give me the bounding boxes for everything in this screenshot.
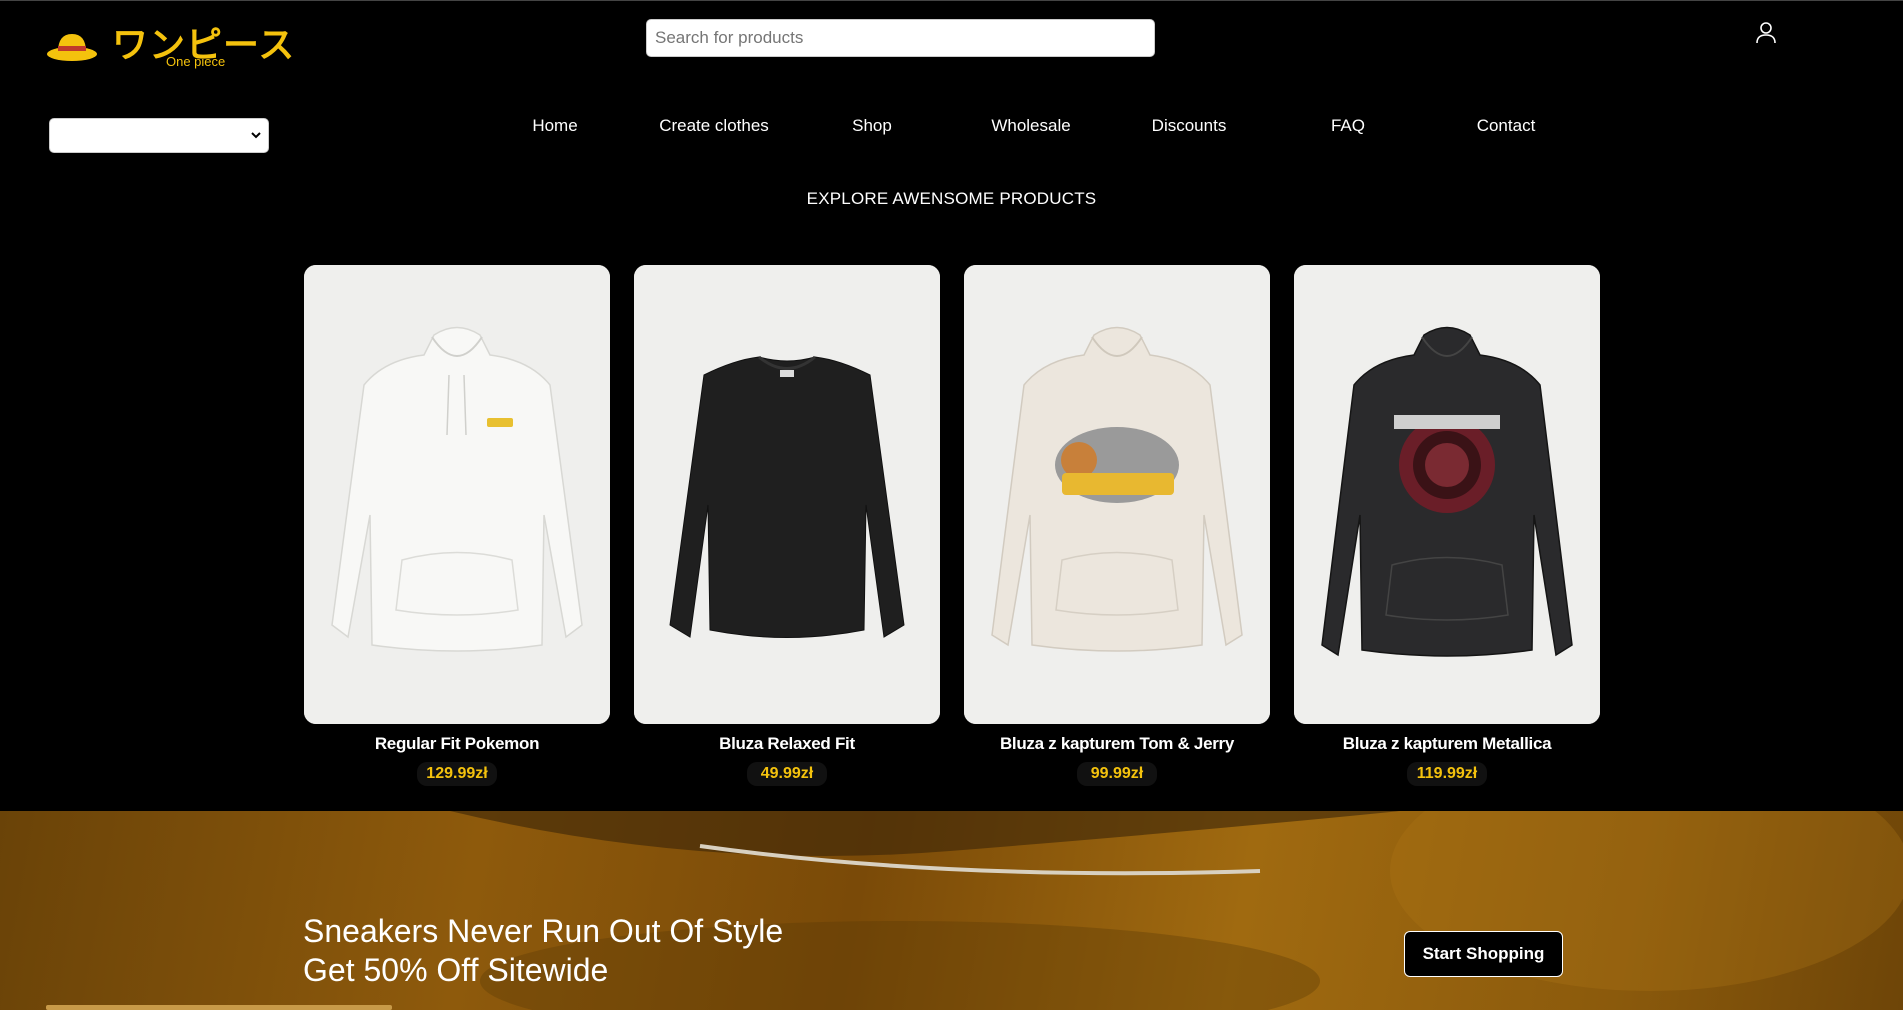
product-image[interactable] [634,265,940,724]
product-price: 99.99zł [1077,762,1157,786]
logo-subtitle: One piece [166,54,226,69]
cream-hoodie-image [964,265,1270,724]
product-card[interactable]: Regular Fit Pokemon 129.99zł [304,265,610,786]
nav-discounts[interactable]: Discounts [1109,116,1269,136]
section-title: EXPLORE AWENSOME PRODUCTS [806,189,1097,208]
black-hoodie-image [1294,265,1600,724]
nav-wholesale[interactable]: Wholesale [951,116,1111,136]
logo[interactable]: ワンピース One piece [46,14,294,74]
product-price: 49.99zł [747,762,827,786]
user-icon[interactable] [1754,20,1778,44]
straw-hat-icon [47,34,97,61]
product-name[interactable]: Bluza z kapturem Metallica [1294,734,1600,754]
product-card[interactable]: Bluza z kapturem Tom & Jerry 99.99zł [964,265,1270,786]
nav-shop[interactable]: Shop [792,116,952,136]
chevron-down-icon [251,132,261,139]
black-sweatshirt-image [634,265,940,724]
product-price: 119.99zł [1407,762,1487,786]
nav-create-clothes[interactable]: Create clothes [634,116,794,136]
product-price: 129.99zł [417,762,497,786]
product-name[interactable]: Regular Fit Pokemon [304,734,610,754]
product-card[interactable]: Bluza z kapturem Metallica 119.99zł [1294,265,1600,786]
start-shopping-button[interactable]: Start Shopping [1404,931,1563,977]
nav-home[interactable]: Home [475,116,635,136]
nav-contact[interactable]: Contact [1426,116,1586,136]
promo-banner: Sneakers Never Run Out Of Style Get 50% … [0,811,1903,1010]
product-name[interactable]: Bluza z kapturem Tom & Jerry [964,734,1270,754]
product-image[interactable] [1294,265,1600,724]
white-hoodie-image [304,265,610,724]
product-name[interactable]: Bluza Relaxed Fit [634,734,940,754]
product-card[interactable]: Bluza Relaxed Fit 49.99zł [634,265,940,786]
banner-subheadline: Get 50% Off Sitewide [303,952,609,988]
main-nav: Home Create clothes Shop Wholesale Disco… [475,116,1635,144]
category-select[interactable] [49,118,269,153]
product-image[interactable] [964,265,1270,724]
product-image[interactable] [304,265,610,724]
banner-scroll-indicator [46,1005,392,1010]
nav-faq[interactable]: FAQ [1268,116,1428,136]
banner-headline: Sneakers Never Run Out Of Style [303,913,784,949]
top-border [0,0,1903,1]
banner-background [450,811,1903,1010]
search-input[interactable] [646,19,1155,57]
